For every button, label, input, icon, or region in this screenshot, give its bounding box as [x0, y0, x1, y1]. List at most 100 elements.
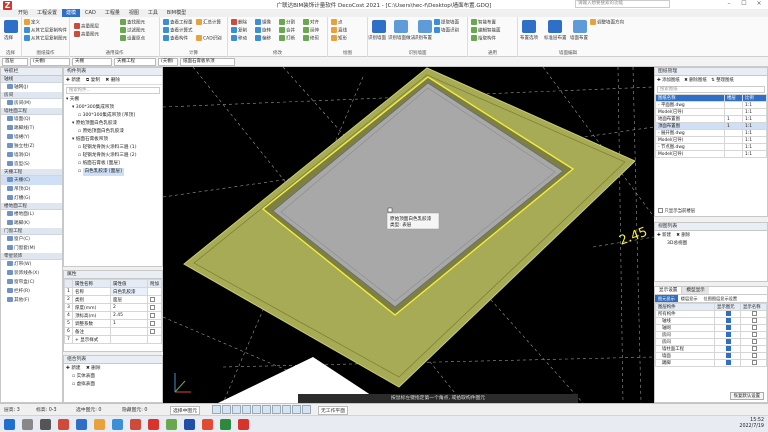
3d-viewport[interactable]: 原始顶面白色乳胶漆 类型: 表层 2.45 按鼠标左键指定第一个角点, 或拾取构…: [163, 67, 654, 403]
tree-node[interactable]: ▫ 纸面石膏板 [面层]: [66, 160, 162, 168]
nav-item[interactable]: 楼地面(L): [1, 210, 62, 219]
display-row[interactable]: 轴线: [655, 317, 767, 325]
summary-calc-button[interactable]: 汇总计算: [196, 19, 221, 26]
property-row[interactable]: 2 类别 面层: [64, 295, 162, 304]
decocost-app-icon[interactable]: [238, 419, 249, 430]
view-item-3d[interactable]: 3D总视图: [667, 240, 767, 248]
property-row[interactable]: 7 + 显示样式: [64, 335, 162, 344]
snap-mode-select[interactable]: 选择中图元: [170, 406, 200, 415]
copy-from-floor-button[interactable]: 从其它层复制构件: [24, 27, 67, 34]
taskbar-app6-icon[interactable]: [184, 419, 195, 430]
assembly-item[interactable]: ▫ 虚拟表面: [72, 381, 162, 389]
snap-midpoint-icon[interactable]: [222, 405, 231, 414]
minimize-icon[interactable]: –: [722, 0, 736, 9]
new-component-button[interactable]: ✚ 新建: [66, 78, 81, 83]
align-button[interactable]: 对齐: [303, 19, 319, 26]
highlight-layer-button[interactable]: 高量图层: [74, 23, 99, 30]
point-button[interactable]: 点: [331, 19, 343, 26]
display-row[interactable]: 房间: [655, 338, 767, 346]
nav-item[interactable]: 其他(F): [1, 296, 62, 305]
nav-section[interactable]: 门窗工程: [1, 228, 62, 235]
menu-quantity[interactable]: 工程量: [101, 9, 124, 17]
menu-view[interactable]: 视图: [125, 9, 143, 17]
drawing-row[interactable]: - 节点图.dwg 1:1: [655, 143, 767, 151]
wps-icon[interactable]: [148, 419, 159, 430]
taskbar-app3-icon[interactable]: [112, 419, 123, 430]
add-drawing-button[interactable]: ✚ 添加图纸: [657, 78, 680, 83]
drawing-search-input[interactable]: 搜索图纸: [657, 86, 765, 93]
tab-element-display[interactable]: 图元显示: [655, 295, 678, 302]
delete-drawing-button[interactable]: ✖ 删除图纸: [684, 78, 707, 83]
drawing-row[interactable]: 顶面布置图 1 1:1: [655, 122, 767, 130]
menu-bim-model[interactable]: BIM模型: [163, 9, 190, 17]
delete-component-button[interactable]: ✖ 删除: [105, 78, 120, 83]
taskbar-app8-icon[interactable]: [220, 419, 231, 430]
windows-start-icon[interactable]: [4, 419, 15, 430]
offset-button[interactable]: 偏移: [255, 35, 271, 42]
smart-layout-button[interactable]: 智能布置: [471, 19, 496, 26]
tab-floor-display[interactable]: 楼层显示: [678, 295, 701, 302]
nav-section[interactable]: 房间: [1, 92, 62, 99]
break-button[interactable]: 打断: [279, 35, 295, 42]
sort-drawing-button[interactable]: ⇅ 整理图纸: [711, 78, 734, 83]
split-button[interactable]: 分割: [279, 19, 295, 26]
define-button[interactable]: 定义: [24, 19, 40, 26]
property-row[interactable]: 3 厚度(mm) 2: [64, 303, 162, 312]
nav-item[interactable]: 轴网(J): [1, 83, 62, 92]
snap-polar-icon[interactable]: [292, 405, 301, 414]
property-row[interactable]: 5 调整系数 1: [64, 319, 162, 328]
detail-select[interactable]: 纸面石膏板吊顶: [180, 58, 235, 66]
feature-search-input[interactable]: 请输入想要搜索的功能: [575, 0, 670, 8]
extend-button[interactable]: 延伸: [303, 27, 319, 34]
copy-button[interactable]: 复制: [231, 27, 247, 34]
tree-node[interactable]: ▾ 300*300集成吊顶: [66, 104, 162, 112]
nav-section[interactable]: 天棚工程: [1, 169, 62, 176]
task-view-icon[interactable]: [40, 419, 51, 430]
rotate-button[interactable]: 旋转: [255, 27, 271, 34]
tree-node[interactable]: ▫ 轻钢龙骨防火涂料三遍 (2): [66, 152, 162, 160]
snap-nearest-icon[interactable]: [262, 405, 271, 414]
property-row[interactable]: 1 名称 白色乳胶漆: [64, 287, 162, 296]
nav-item[interactable]: 灯带(W): [1, 260, 62, 269]
nav-item[interactable]: 吊顶(D): [1, 185, 62, 194]
find-element-button[interactable]: 查找图元: [120, 19, 145, 26]
tab-display-settings[interactable]: 显示设置: [655, 287, 683, 294]
property-row[interactable]: 6 备注: [64, 327, 162, 336]
nav-item[interactable]: 墙洞(D): [1, 151, 62, 160]
tree-node[interactable]: ▫ 300*300集成吊顶 [吊顶]: [66, 112, 162, 120]
drawing-row[interactable]: - 平面图.dwg 1:1: [655, 101, 767, 109]
snap-perpendicular-icon[interactable]: [252, 405, 261, 414]
layout-options-icon[interactable]: [522, 20, 536, 33]
delete-button[interactable]: 删除: [231, 19, 247, 26]
wall-identify-button[interactable]: 墙面识别: [434, 27, 459, 34]
select-button[interactable]: 选择: [4, 35, 13, 41]
taskbar-search-icon[interactable]: [22, 419, 33, 430]
display-row[interactable]: 墙柱面工程: [655, 345, 767, 353]
adjust-direction-button[interactable]: 调整墙面方向: [590, 19, 624, 26]
nav-item[interactable]: 独立柱(Z): [1, 142, 62, 151]
line-button[interactable]: 直线: [331, 27, 347, 34]
nav-item[interactable]: 踢脚(K): [1, 219, 62, 228]
merge-button[interactable]: 合并: [279, 27, 295, 34]
identify-method-icon[interactable]: [394, 20, 408, 33]
component-search-input[interactable]: 搜索构件...: [66, 87, 160, 94]
snap-endpoint-icon[interactable]: [212, 405, 221, 414]
standard-floor-icon[interactable]: [548, 20, 562, 33]
display-row[interactable]: 房间: [655, 331, 767, 339]
filter-element-button[interactable]: 过滤图元: [120, 27, 145, 34]
tree-node[interactable]: ▫ 白色乳胶漆 [面层]: [66, 168, 162, 176]
nav-section[interactable]: 零星装饰: [1, 253, 62, 260]
copy-component-button[interactable]: ⧉ 复制: [86, 78, 100, 83]
cad-identify-button[interactable]: CAD识别: [196, 35, 222, 42]
identify-layout-icon[interactable]: [418, 20, 432, 33]
select-arrow-icon[interactable]: [4, 20, 18, 33]
drawing-row[interactable]: - 展开图.dwg 1:1: [655, 129, 767, 137]
tree-node[interactable]: ▫ 轻钢龙骨防火涂料三遍 (1): [66, 144, 162, 152]
display-row[interactable]: 所有构件: [655, 310, 767, 318]
identify-method-button[interactable]: 识别墙面做法: [388, 35, 415, 41]
extract-wall-button[interactable]: 提取墙面: [434, 19, 459, 26]
taskbar-app1-icon[interactable]: [58, 419, 69, 430]
taskbar-app7-icon[interactable]: [202, 419, 213, 430]
menu-modeling[interactable]: 建模: [62, 9, 81, 17]
sub-select[interactable]: (天棚): [158, 58, 178, 66]
